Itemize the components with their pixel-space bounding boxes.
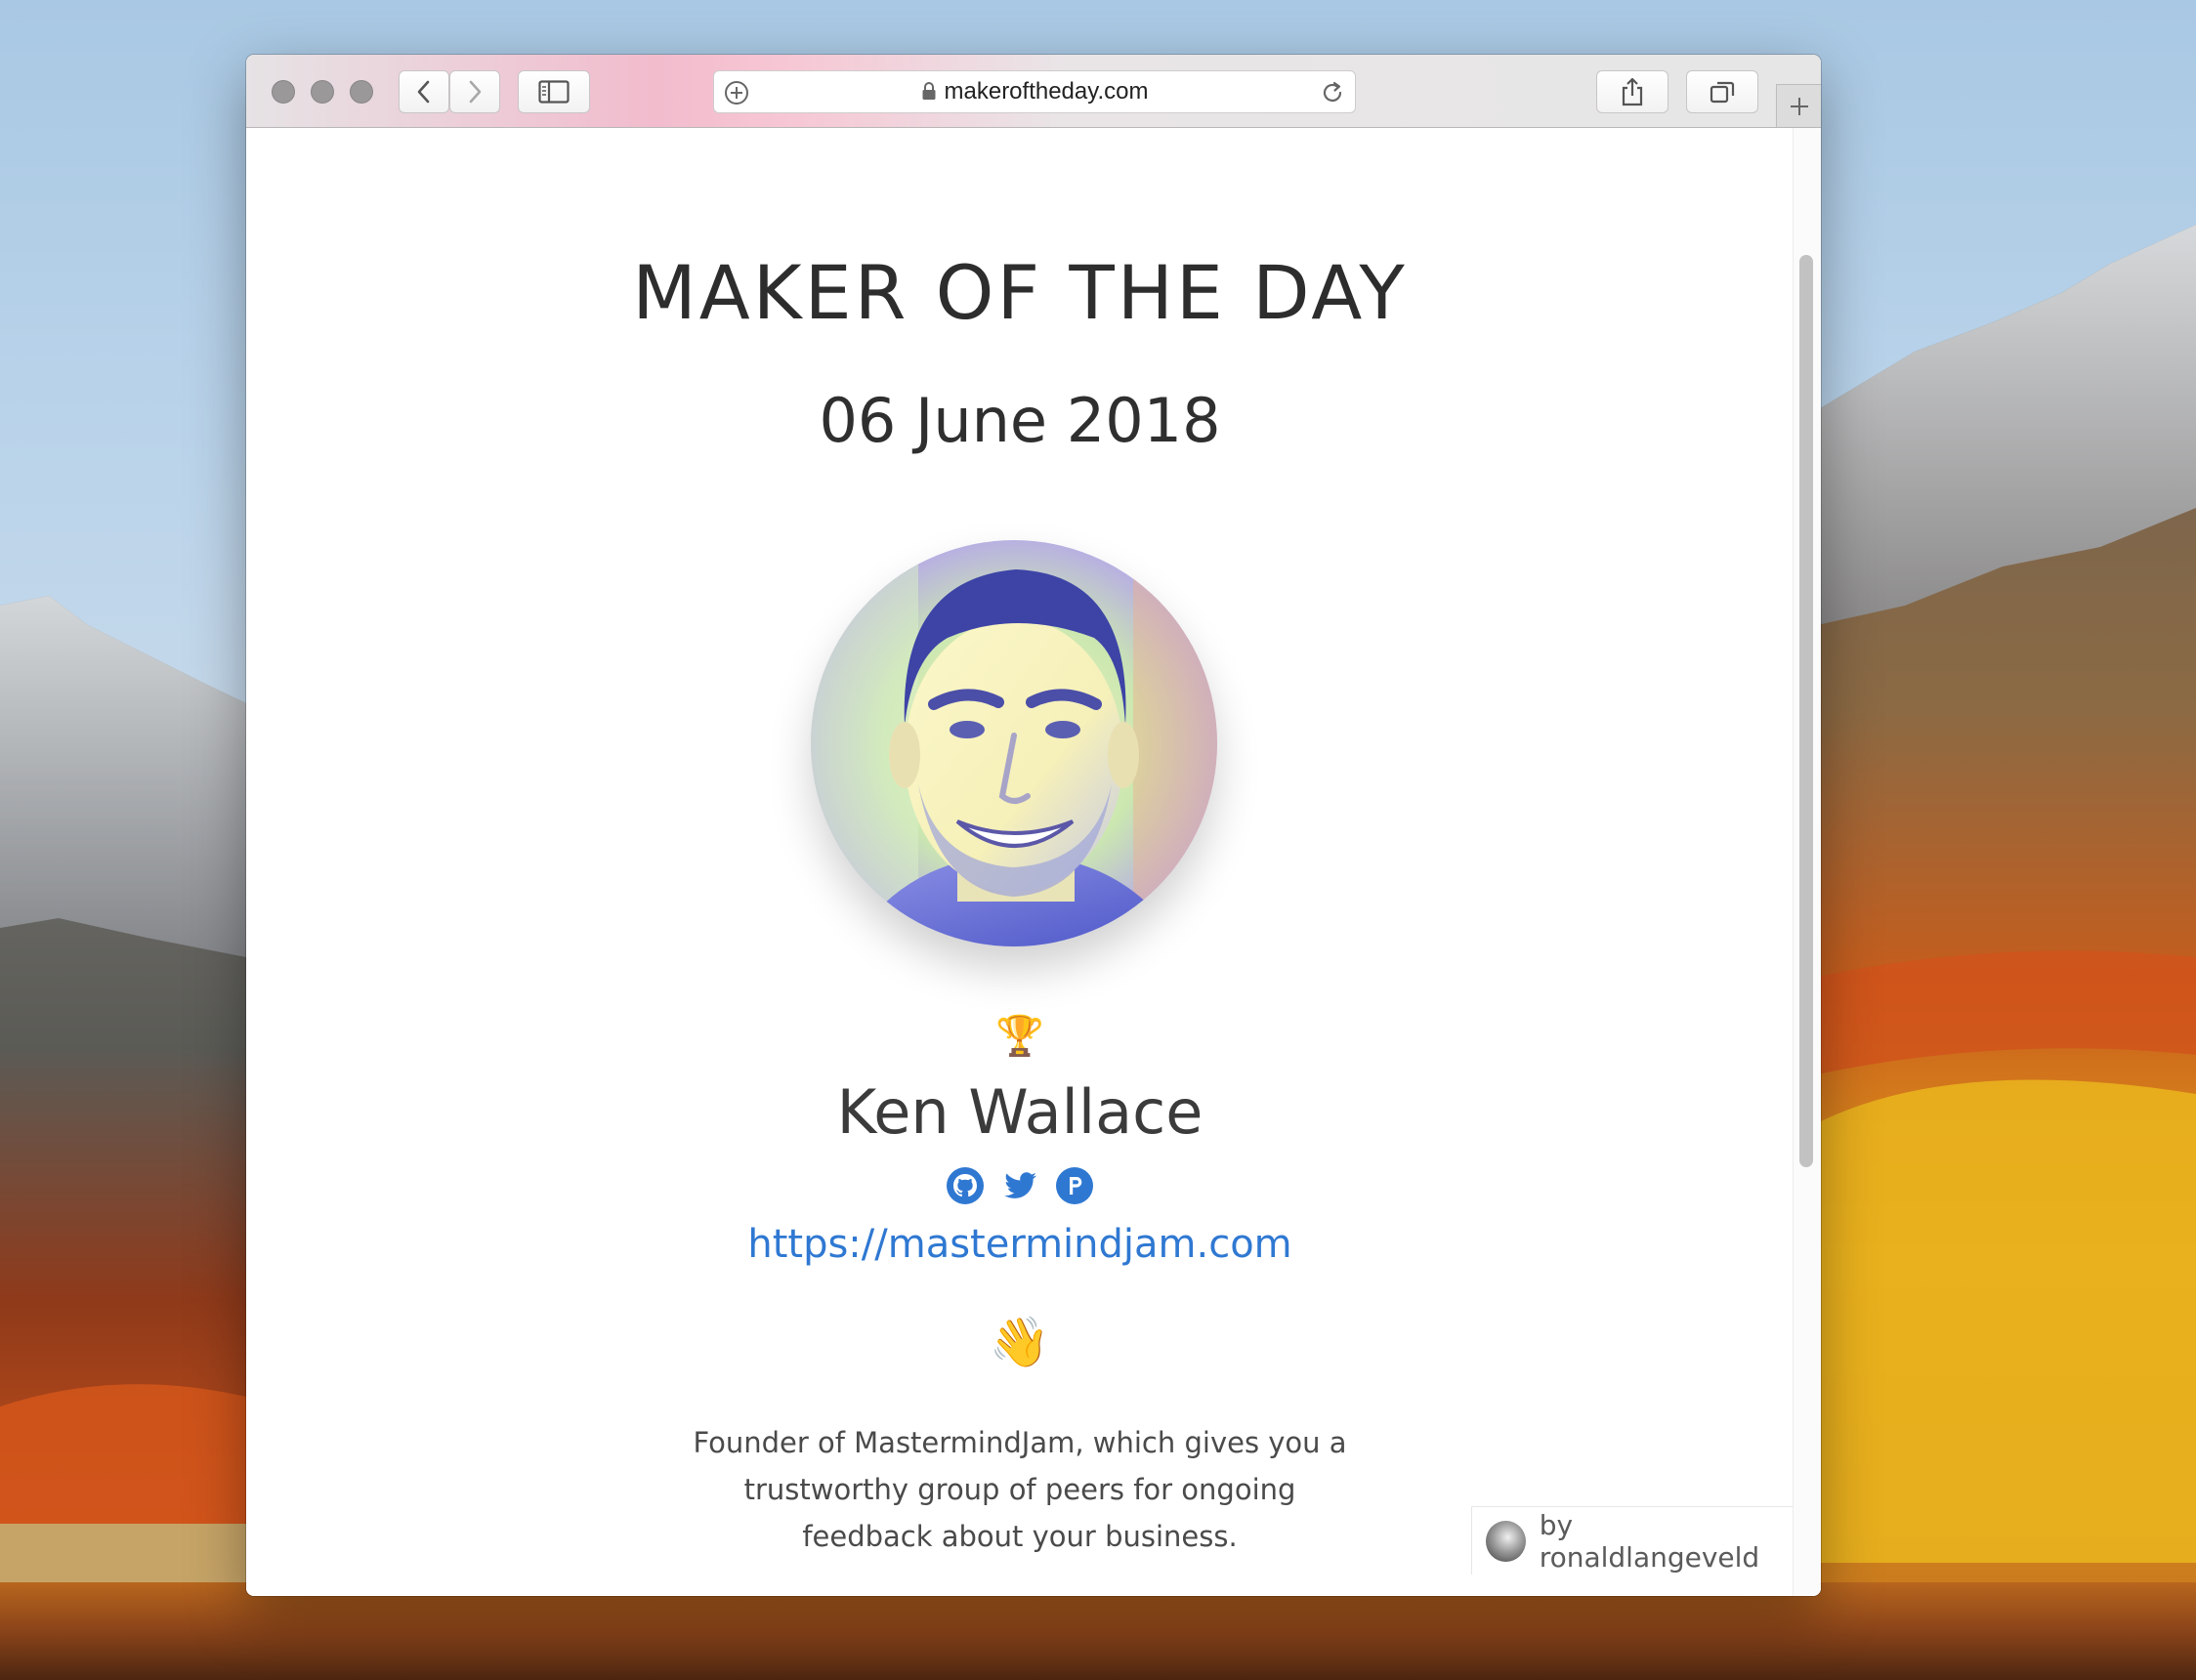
author-avatar <box>1486 1520 1526 1562</box>
new-tab-button[interactable] <box>1776 84 1821 127</box>
maker-website-link[interactable]: https://mastermindjam.com <box>246 1220 1794 1269</box>
social-links <box>946 1166 1094 1207</box>
url-text: makeroftheday.com <box>944 78 1149 105</box>
maker-bio: Founder of MastermindJam, which gives yo… <box>693 1426 1347 1553</box>
sidebar-toggle-button[interactable] <box>518 70 590 113</box>
forward-button[interactable] <box>449 70 500 113</box>
maker-name: Ken Wallace <box>836 1076 1204 1148</box>
tabs-icon <box>1710 81 1735 104</box>
producthunt-link[interactable] <box>1055 1166 1094 1205</box>
github-icon <box>947 1167 984 1204</box>
page-content[interactable]: MAKER OF THE DAY 06 June 2018 🏆 Ken Wall… <box>246 128 1821 1596</box>
minimize-window-button[interactable] <box>311 80 334 104</box>
sidebar-icon <box>538 80 570 104</box>
share-icon <box>1622 77 1643 106</box>
back-button[interactable] <box>399 70 449 113</box>
author-credit[interactable]: by ronaldlangeveld <box>1471 1506 1794 1575</box>
maker-avatar <box>811 540 1217 946</box>
show-tabs-button[interactable] <box>1686 70 1758 113</box>
browser-window: makeroftheday.com MAKER OF THE DAY 06 Ju… <box>246 55 1821 1596</box>
chevron-left-icon <box>417 80 430 104</box>
github-link[interactable] <box>946 1166 985 1205</box>
plus-icon <box>1790 97 1808 115</box>
scrollbar[interactable] <box>1793 128 1821 1596</box>
twitter-icon <box>1004 1172 1036 1198</box>
zoom-window-button[interactable] <box>350 80 373 104</box>
twitter-link[interactable] <box>1000 1166 1039 1205</box>
maker-photo <box>811 540 1217 946</box>
browser-toolbar: makeroftheday.com <box>246 55 1821 128</box>
lock-icon <box>921 73 937 114</box>
waving-hand-icon: 👋 <box>989 1315 1051 1369</box>
reload-icon[interactable] <box>1320 80 1345 105</box>
trophy-icon: 🏆 <box>995 1015 1044 1058</box>
close-window-button[interactable] <box>272 80 295 104</box>
producthunt-icon <box>1056 1167 1093 1204</box>
chevron-right-icon <box>469 80 482 104</box>
share-button[interactable] <box>1596 70 1668 113</box>
author-credit-text: by ronaldlangeveld <box>1539 1508 1760 1574</box>
featured-date: 06 June 2018 <box>819 385 1221 456</box>
scrollbar-thumb[interactable] <box>1799 255 1813 1167</box>
page-title: MAKER OF THE DAY <box>632 249 1408 336</box>
address-bar[interactable]: makeroftheday.com <box>713 70 1356 113</box>
